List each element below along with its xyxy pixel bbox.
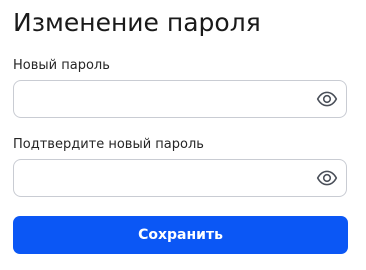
show-confirm-password-button[interactable] xyxy=(316,167,340,189)
confirm-password-field xyxy=(13,159,347,197)
new-password-field xyxy=(13,80,347,118)
show-new-password-button[interactable] xyxy=(316,88,340,110)
save-button[interactable]: Сохранить xyxy=(13,216,348,254)
eye-icon xyxy=(316,91,338,107)
confirm-password-label: Подтвердите новый пароль xyxy=(13,137,204,152)
change-password-form: Изменение пароля Новый пароль Подтвердит… xyxy=(0,0,366,270)
eye-icon xyxy=(316,170,338,186)
new-password-label: Новый пароль xyxy=(13,58,110,73)
confirm-password-input[interactable] xyxy=(14,160,310,196)
new-password-input[interactable] xyxy=(14,81,310,117)
page-title: Изменение пароля xyxy=(13,8,261,37)
